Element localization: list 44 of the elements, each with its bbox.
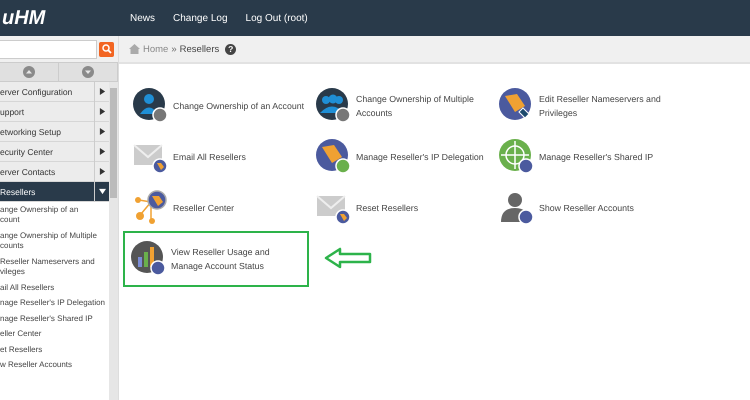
breadcrumb-separator: » — [171, 44, 177, 54]
nav-link[interactable]: Change Log — [173, 12, 228, 24]
nav-link[interactable]: Log Out (root) — [246, 12, 308, 24]
tool-link[interactable]: Change Ownership of Multiple Accounts — [312, 84, 495, 128]
tool-link[interactable]: Reset Resellers — [312, 186, 495, 230]
pointer-arrow-icon — [324, 247, 372, 269]
tool-link[interactable]: Edit Reseller Nameservers and Privileges — [495, 84, 695, 128]
tool-link[interactable]: Manage Reseller's Shared IP — [495, 135, 695, 179]
search-button[interactable] — [99, 42, 114, 56]
tool-link[interactable]: Reseller Center — [129, 186, 312, 230]
users-icon — [316, 88, 352, 124]
nav-link[interactable]: News — [130, 12, 156, 24]
highlighted-tool-link[interactable]: View Reseller Usage and Manage Account Status — [123, 231, 309, 287]
bar-chart-icon — [131, 241, 167, 277]
help-icon[interactable]: ? — [225, 44, 236, 54]
sidebar-section[interactable]: Resellers — [0, 182, 109, 202]
sidebar-section[interactable]: erver Contacts — [0, 162, 109, 182]
logo: uHM — [2, 6, 46, 30]
tool-link[interactable]: Change Ownership of an Account — [129, 84, 312, 128]
tool-link[interactable]: Show Reseller Accounts — [495, 186, 695, 230]
search-icon — [102, 44, 112, 54]
caret-icon — [98, 88, 106, 95]
sidebar-section[interactable]: upport — [0, 102, 109, 122]
sidebar-section[interactable]: erver Configuration — [0, 82, 109, 102]
search-field[interactable] — [0, 40, 97, 58]
home-icon — [129, 44, 140, 54]
caret-icon — [98, 188, 106, 195]
down-icon — [82, 66, 94, 78]
person-icon — [499, 190, 535, 226]
sidebar-section[interactable]: etworking Setup — [0, 122, 109, 142]
network-icon — [133, 190, 169, 226]
tool-link[interactable]: Manage Reseller's IP Delegation — [312, 135, 495, 179]
caret-icon — [98, 108, 106, 115]
user-icon — [133, 88, 169, 124]
tool-link[interactable]: Email All Resellers — [129, 135, 312, 179]
caret-icon — [98, 168, 106, 175]
ip-tag-icon — [316, 139, 352, 175]
scrollbar[interactable] — [109, 82, 118, 400]
breadcrumb-current: Resellers — [180, 44, 220, 54]
caret-icon — [98, 128, 106, 135]
caret-icon — [98, 148, 106, 155]
sidebar-section[interactable]: ecurity Center — [0, 142, 109, 162]
globe-icon — [499, 139, 535, 175]
up-icon — [23, 66, 35, 78]
